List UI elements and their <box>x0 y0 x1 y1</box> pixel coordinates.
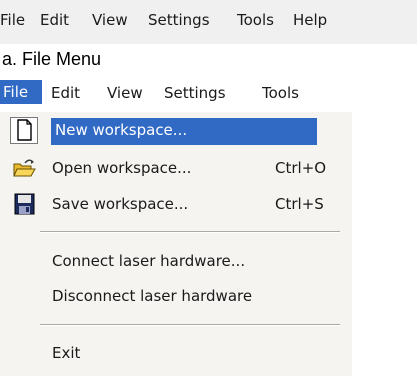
menu-item-open-workspace[interactable]: Open workspace... Ctrl+O <box>0 153 352 184</box>
menu-tools[interactable]: Tools <box>262 84 299 102</box>
menu-item-label: New workspace... <box>55 121 188 139</box>
menu-item-label: Disconnect laser hardware <box>52 287 253 305</box>
menu-view[interactable]: View <box>107 84 143 102</box>
menu-item-label: Open workspace... <box>52 159 192 177</box>
top-menu-view[interactable]: View <box>92 11 128 29</box>
menubar: File Edit View Settings Tools <box>0 79 352 113</box>
top-menu-help[interactable]: Help <box>293 11 327 29</box>
menu-item-save-workspace[interactable]: Save workspace... Ctrl+S <box>0 189 352 220</box>
menu-item-shortcut: Ctrl+O <box>275 159 327 177</box>
menu-item-label: Exit <box>52 344 81 362</box>
new-document-icon <box>17 119 32 141</box>
top-menu-edit[interactable]: Edit <box>40 11 69 29</box>
menu-separator <box>40 324 340 326</box>
menu-item-label: Save workspace... <box>52 195 189 213</box>
menu-item-connect-laser[interactable]: Connect laser hardware... <box>0 246 352 277</box>
menu-settings[interactable]: Settings <box>164 84 226 102</box>
top-menubar: File Edit View Settings Tools Help <box>0 0 417 44</box>
menu-item-exit[interactable]: Exit <box>0 338 352 369</box>
file-menu-dropdown: New workspace... Open workspace... Ctrl+… <box>0 112 352 376</box>
top-menu-tools[interactable]: Tools <box>237 11 274 29</box>
figure-caption: a. File Menu <box>2 49 102 69</box>
save-disk-icon <box>14 193 35 215</box>
open-folder-icon <box>13 159 36 177</box>
top-menu-settings[interactable]: Settings <box>148 11 210 29</box>
menu-item-new-workspace[interactable]: New workspace... <box>0 115 352 146</box>
top-menu-file[interactable]: File <box>0 11 25 29</box>
menu-separator <box>40 231 340 233</box>
menu-edit[interactable]: Edit <box>51 84 80 102</box>
menu-item-shortcut: Ctrl+S <box>275 195 324 213</box>
menu-item-label: Connect laser hardware... <box>52 252 246 270</box>
menu-file[interactable]: File <box>0 80 42 104</box>
menu-item-disconnect-laser[interactable]: Disconnect laser hardware <box>0 281 352 312</box>
